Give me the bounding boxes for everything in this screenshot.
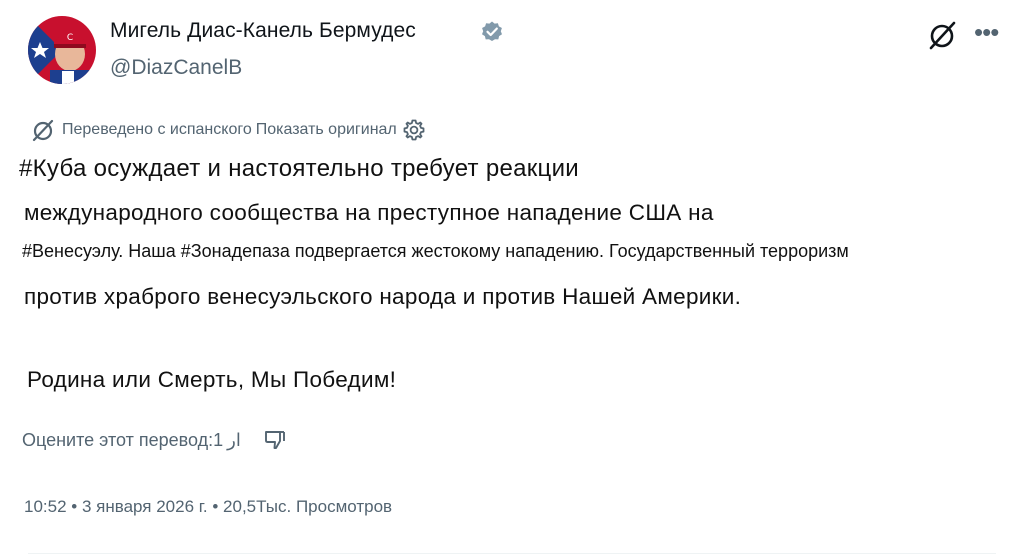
translation-notice: Переведено с испанского xyxy=(62,121,252,138)
post-text-line: #Куба осуждает и настоятельно требует ре… xyxy=(19,155,580,182)
verified-badge-icon xyxy=(480,20,504,44)
thumbs-up-button[interactable]: ار xyxy=(227,430,241,451)
more-options-button[interactable]: ••• xyxy=(974,17,999,47)
post-text-line: международного сообщества на преступное … xyxy=(24,200,714,225)
views-count: 20,5Тыс. xyxy=(223,497,292,516)
slashed-circle-icon xyxy=(32,119,54,142)
thumb-up-count: 1 xyxy=(213,429,224,450)
thumbs-down-icon[interactable] xyxy=(263,428,287,452)
rate-translation: Оцените этот перевод: 1 ار xyxy=(22,428,287,452)
svg-text:C: C xyxy=(67,33,73,43)
post-text-line: Родина или Смерть, Мы Победим! xyxy=(27,367,397,392)
divider xyxy=(28,553,996,554)
post-meta: 10:52 • 3 января 2026 г. • 20,5Тыс. Прос… xyxy=(24,497,392,517)
grok-button[interactable] xyxy=(925,18,959,52)
views-label: Просмотров xyxy=(291,497,393,516)
meta-separator: • xyxy=(212,497,224,516)
post-text-line: против храброго венесуэльского народа и … xyxy=(24,284,742,309)
show-original-link[interactable]: Показать оригинал xyxy=(256,121,397,139)
translation-bar: Переведено с испанского Показать оригина… xyxy=(30,117,426,143)
avatar[interactable]: C xyxy=(28,16,96,84)
post-text-line: #Венесуэлу. Наша #Зонадепаза подвергаетс… xyxy=(22,241,849,261)
author-handle[interactable]: @DiazCanelB xyxy=(110,56,242,80)
rate-translation-label: Оцените этот перевод: xyxy=(22,429,214,450)
gear-icon[interactable] xyxy=(402,118,426,142)
meta-separator: • xyxy=(71,497,82,516)
post-date[interactable]: 3 января 2026 г. xyxy=(82,497,208,516)
slashed-circle-icon xyxy=(929,21,956,50)
post-time[interactable]: 10:52 xyxy=(24,497,67,516)
author-display-name[interactable]: Мигель Диас-Канель Бермудес xyxy=(110,19,416,43)
